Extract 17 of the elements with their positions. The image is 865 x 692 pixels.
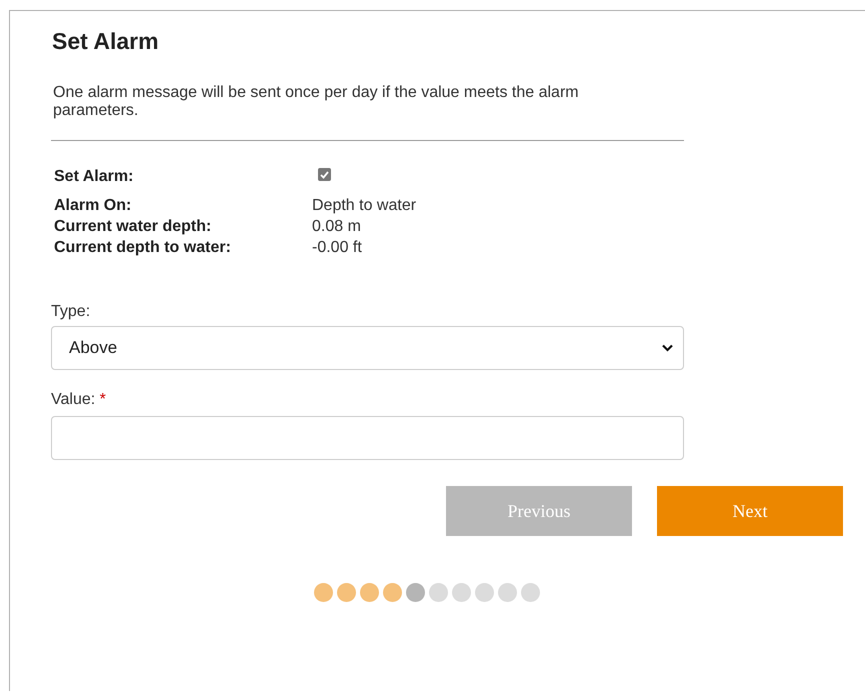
- info-label: Current water depth:: [54, 218, 212, 236]
- type-label: Type:: [51, 303, 92, 321]
- set-alarm-checkbox[interactable]: [318, 168, 331, 181]
- value-label: Value: *: [51, 391, 107, 409]
- info-label: Alarm On:: [54, 197, 132, 215]
- description-text: One alarm message will be sent once per day if the value meets the alarm parameters.: [53, 84, 580, 120]
- type-select[interactable]: Above: [51, 326, 684, 370]
- info-value: -0.00 ft: [312, 239, 363, 257]
- info-label: Current depth to water:: [54, 239, 232, 257]
- info-value: 0.08 m: [312, 218, 362, 236]
- page-title: Set Alarm: [52, 28, 160, 55]
- chevron-down-icon: [662, 344, 673, 352]
- info-value: Depth to water: [312, 197, 418, 215]
- value-input[interactable]: [51, 416, 684, 460]
- previous-button[interactable]: Previous: [446, 486, 632, 536]
- set-alarm-label: Set Alarm:: [54, 168, 134, 186]
- next-button[interactable]: Next: [657, 486, 843, 536]
